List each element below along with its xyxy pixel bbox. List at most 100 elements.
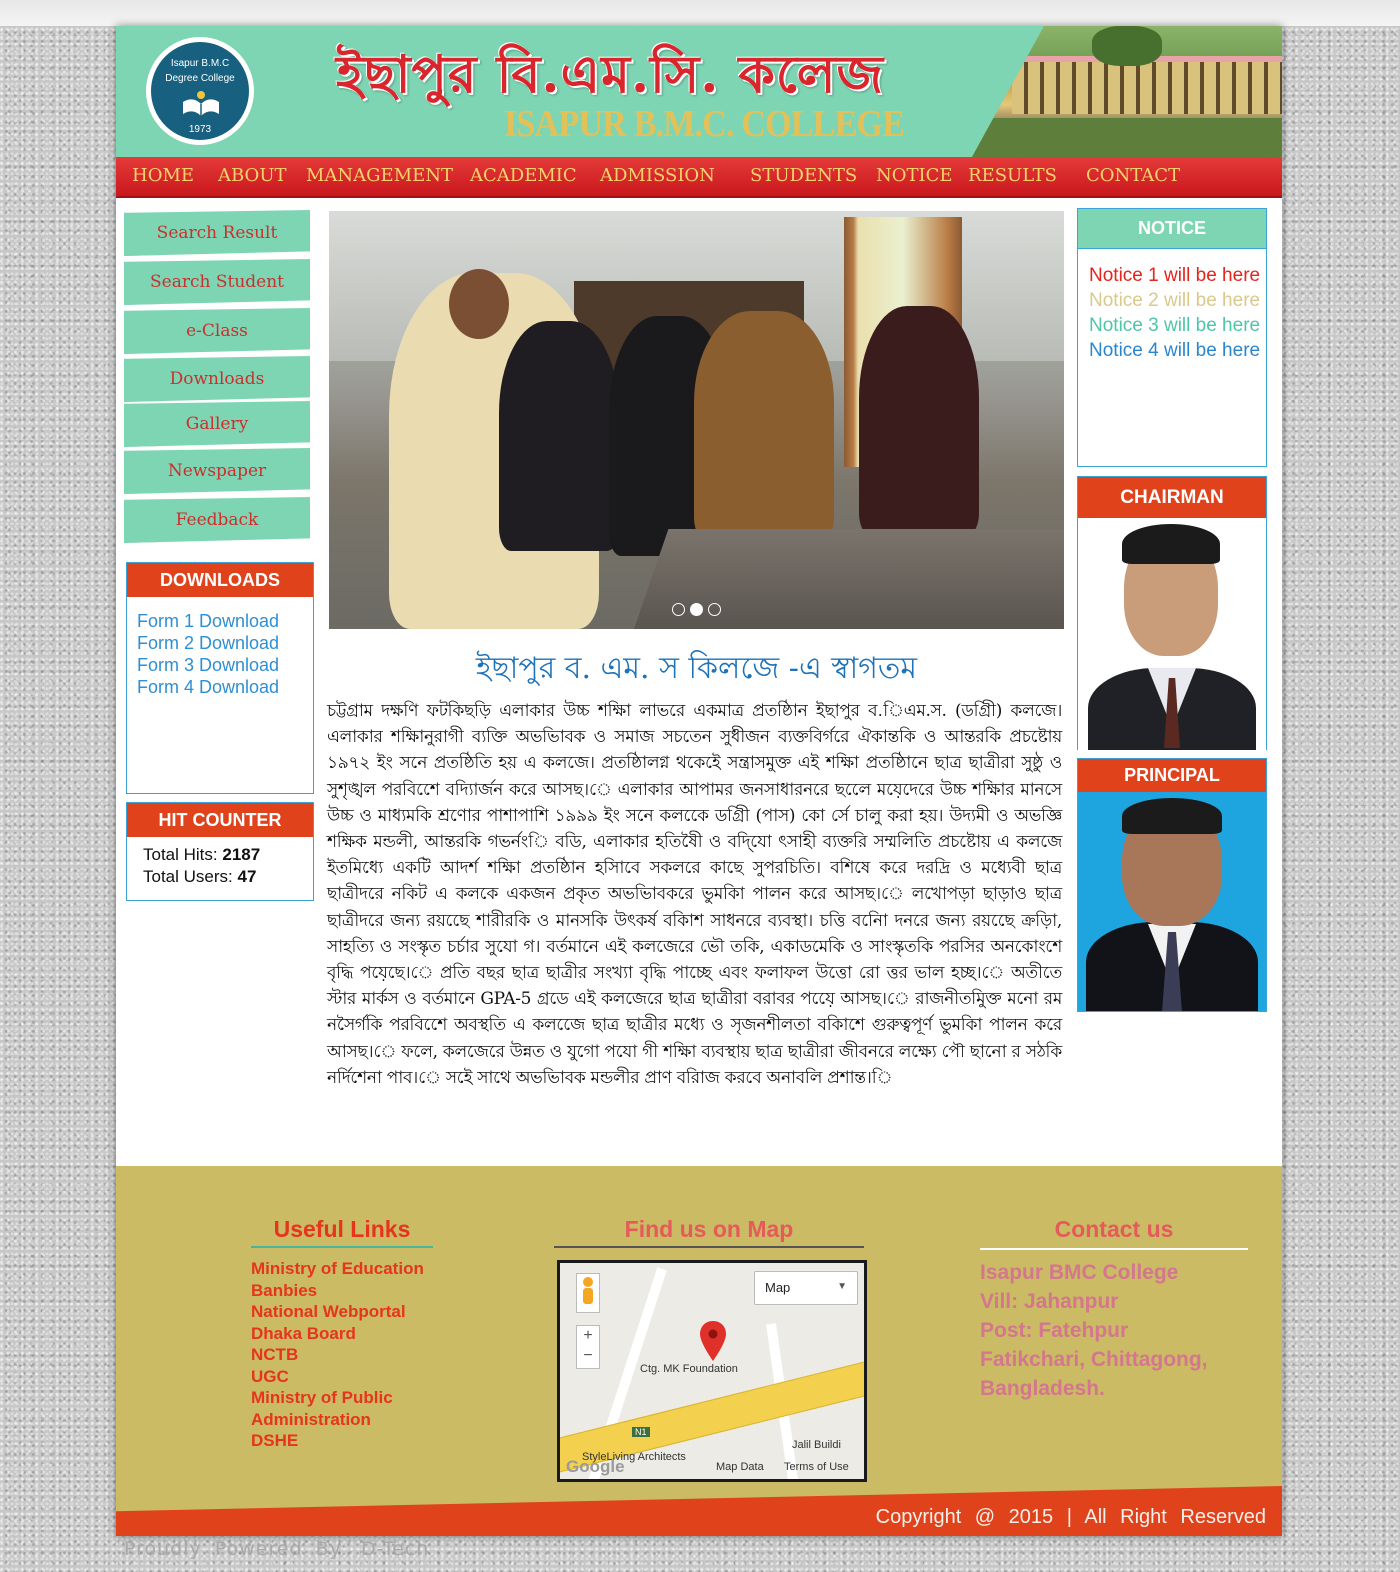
open-book-icon xyxy=(183,91,219,116)
page-container: Isapur B.M.C Degree College 1973 ইছাপুর … xyxy=(116,26,1282,1536)
map-road-label: N1 xyxy=(632,1427,650,1437)
useful-links-list: Ministry of Education Banbies National W… xyxy=(251,1258,451,1452)
map-title: Find us on Map xyxy=(624,1216,794,1242)
download-link-form3[interactable]: Form 3 Download xyxy=(137,654,313,676)
notice-item[interactable]: Notice 4 will be here xyxy=(1089,338,1266,363)
contact-address: Isapur BMC College Vill: Jahanpur Post: … xyxy=(980,1258,1208,1403)
principal-title: PRINCIPAL xyxy=(1078,759,1266,792)
link-ugc[interactable]: UGC xyxy=(251,1366,451,1388)
chairman-panel: CHAIRMAN xyxy=(1077,476,1267,750)
zoom-out-icon[interactable]: − xyxy=(577,1346,599,1366)
slider-dots xyxy=(672,603,721,616)
notice-list: Notice 1 will be here Notice 2 will be h… xyxy=(1078,249,1266,363)
nav-students[interactable]: STUDENTS xyxy=(750,165,857,186)
nav-admission[interactable]: ADMISSION xyxy=(600,165,715,186)
logo-year: 1973 xyxy=(188,124,212,135)
total-users-row: Total Users: 47 xyxy=(143,866,313,888)
menu-feedback[interactable]: Feedback xyxy=(124,497,310,543)
notice-item[interactable]: Notice 1 will be here xyxy=(1089,263,1266,288)
menu-search-student[interactable]: Search Student xyxy=(124,259,310,305)
site-header: Isapur B.M.C Degree College 1973 ইছাপুর … xyxy=(116,26,1282,157)
menu-search-result[interactable]: Search Result xyxy=(124,210,310,256)
hit-counter-title: HIT COUNTER xyxy=(127,803,313,837)
google-map[interactable]: + − Map ▼ Ctg. MK Foundation N1 Jalil Bu… xyxy=(557,1260,867,1482)
notice-title: NOTICE xyxy=(1078,209,1266,249)
link-dhaka-board[interactable]: Dhaka Board xyxy=(251,1323,451,1345)
total-users-label: Total Users: xyxy=(143,867,233,886)
map-rule xyxy=(554,1246,864,1248)
nav-academic[interactable]: ACADEMIC xyxy=(470,165,577,186)
hit-counter-stats: Total Hits: 2187 Total Users: 47 xyxy=(127,837,313,888)
slider-dot-1[interactable] xyxy=(672,603,685,616)
map-terms-link[interactable]: Terms of Use xyxy=(784,1461,849,1473)
menu-eclass[interactable]: e-Class xyxy=(124,308,310,354)
map-place2-label: Jalil Buildi xyxy=(792,1439,841,1451)
slider-dot-3[interactable] xyxy=(708,603,721,616)
downloads-panel: DOWNLOADS Form 1 Download Form 2 Downloa… xyxy=(126,562,314,794)
nav-management[interactable]: MANAGEMENT xyxy=(306,165,453,186)
nav-results[interactable]: RESULTS xyxy=(968,165,1057,186)
menu-newspaper[interactable]: Newspaper xyxy=(124,448,310,494)
zoom-in-icon[interactable]: + xyxy=(577,1326,599,1346)
notice-item[interactable]: Notice 2 will be here xyxy=(1089,288,1266,313)
map-data-link[interactable]: Map Data xyxy=(716,1461,764,1473)
top-strip xyxy=(0,0,1400,26)
contact-line: Vill: Jahanpur xyxy=(980,1290,1119,1313)
useful-links-rule xyxy=(251,1246,433,1248)
logo-badge: Isapur B.M.C Degree College 1973 xyxy=(149,40,251,142)
powered-by-text: Proudly Powered By: D-Tech xyxy=(124,1538,430,1560)
menu-downloads[interactable]: Downloads xyxy=(124,356,310,402)
contact-line: Post: Fatehpur xyxy=(980,1319,1129,1342)
chevron-down-icon: ▼ xyxy=(837,1281,847,1292)
notice-item[interactable]: Notice 3 will be here xyxy=(1089,313,1266,338)
contact-line: Isapur BMC College xyxy=(980,1261,1179,1284)
map-type-label: Map xyxy=(765,1280,791,1295)
college-logo[interactable]: Isapur B.M.C Degree College 1973 xyxy=(146,37,254,145)
hit-counter-panel: HIT COUNTER Total Hits: 2187 Total Users… xyxy=(126,802,314,901)
total-hits-value: 2187 xyxy=(222,845,261,864)
link-ministry-public-admin[interactable]: Ministry of Public Administration xyxy=(251,1387,451,1430)
logo-text-line1: Isapur B.M.C xyxy=(170,58,230,69)
campus-photo xyxy=(972,26,1282,157)
slide-student-1 xyxy=(499,321,619,551)
download-link-form2[interactable]: Form 2 Download xyxy=(137,632,313,654)
copyright-text: Copyright @ 2015 | All Right Reserved xyxy=(875,1506,1266,1528)
menu-gallery[interactable]: Gallery xyxy=(124,401,310,447)
nav-home[interactable]: HOME xyxy=(132,165,194,186)
contact-rule xyxy=(980,1248,1248,1250)
download-link-form1[interactable]: Form 1 Download xyxy=(137,610,313,632)
map-pin-icon[interactable] xyxy=(700,1321,726,1361)
slider-dot-2[interactable] xyxy=(690,603,703,616)
chairman-title: CHAIRMAN xyxy=(1078,477,1266,518)
total-users-value: 47 xyxy=(237,867,257,886)
site-footer: Useful Links Ministry of Education Banbi… xyxy=(116,1166,1282,1536)
total-hits-label: Total Hits: xyxy=(143,845,218,864)
useful-links-title: Useful Links xyxy=(273,1216,411,1242)
map-brand: Google xyxy=(566,1457,625,1476)
nav-notice[interactable]: NOTICE xyxy=(876,165,953,186)
image-slider[interactable] xyxy=(329,211,1064,629)
notice-panel: NOTICE Notice 1 will be here Notice 2 wi… xyxy=(1077,208,1267,467)
link-dshe[interactable]: DSHE xyxy=(251,1430,451,1452)
slide-student-3 xyxy=(694,311,834,541)
link-national-webportal[interactable]: National Webportal xyxy=(251,1301,451,1323)
slide-teacher-head xyxy=(449,269,509,339)
map-type-select[interactable]: Map ▼ xyxy=(754,1271,858,1305)
nav-about[interactable]: ABOUT xyxy=(218,165,287,186)
nav-contact[interactable]: CONTACT xyxy=(1086,165,1180,186)
logo-text-line2: Degree College xyxy=(165,73,235,84)
main-navigation: HOME ABOUT MANAGEMENT ACADEMIC ADMISSION… xyxy=(116,157,1282,198)
map-place-label: Ctg. MK Foundation xyxy=(640,1363,738,1375)
principal-photo xyxy=(1078,792,1266,1011)
link-banbies[interactable]: Banbies xyxy=(251,1280,451,1302)
downloads-list: Form 1 Download Form 2 Download Form 3 D… xyxy=(127,597,313,698)
chairman-photo xyxy=(1078,518,1266,750)
download-link-form4[interactable]: Form 4 Download xyxy=(137,676,313,698)
chairman-hair xyxy=(1122,524,1220,564)
contact-title: Contact us xyxy=(1054,1216,1174,1242)
pegman-icon[interactable] xyxy=(576,1273,600,1313)
link-nctb[interactable]: NCTB xyxy=(251,1344,451,1366)
contact-line: Fatikchari, Chittagong, xyxy=(980,1348,1208,1371)
link-ministry-education[interactable]: Ministry of Education xyxy=(251,1258,451,1280)
college-title-english: ISAPUR B.M.C. COLLEGE xyxy=(504,103,905,145)
